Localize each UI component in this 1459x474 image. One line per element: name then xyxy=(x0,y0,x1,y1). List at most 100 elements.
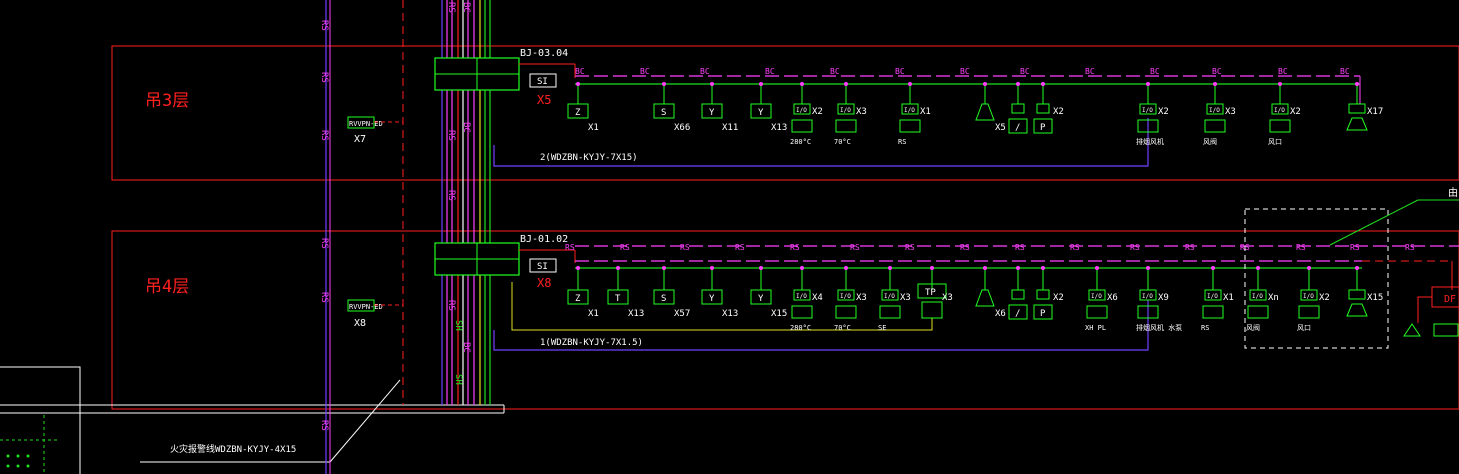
io-symbol-text: I/O xyxy=(1274,107,1285,114)
svg-text:RS: RS xyxy=(319,292,329,303)
device-sub-label: 风阀 xyxy=(1203,137,1217,146)
bus-tag-rs: RS xyxy=(680,243,690,252)
device-t: T X13 xyxy=(607,266,644,319)
device-label: Xn xyxy=(1268,293,1279,303)
right-df-box: DF xyxy=(1403,286,1459,337)
bus-tag-rs: RS xyxy=(1185,243,1195,252)
io-symbol-text: I/O xyxy=(1142,293,1153,300)
device-y: Y X13 xyxy=(701,266,738,319)
bus-tag-bc: BC xyxy=(1020,67,1030,76)
io-symbol-text: I/O xyxy=(840,293,851,300)
io-symbol-text: I/O xyxy=(796,107,807,114)
device-horn: X5 xyxy=(975,82,1006,133)
bus-tag-rs: RS xyxy=(1070,243,1080,252)
device-m0: X17 xyxy=(1346,82,1383,131)
bottom-cable-label: 火灾报警线WDZBN-KYJY-4X15 xyxy=(170,443,296,455)
floor3-cabinet-label: X7 xyxy=(354,134,366,145)
svg-text:BC: BC xyxy=(461,122,471,133)
io-symbol-text: I/O xyxy=(1142,107,1153,114)
device-i: P X2 xyxy=(1033,266,1064,320)
floor3-si: SI xyxy=(537,77,548,87)
svg-text:RS: RS xyxy=(319,420,329,431)
io-symbol-text: I/O xyxy=(796,293,807,300)
device-symbol-text: Z xyxy=(575,108,581,118)
io-symbol-text: I/O xyxy=(840,107,851,114)
device-label: X2 xyxy=(1158,107,1169,117)
floor3-cabinet-tag: RVVPN-ED xyxy=(349,120,383,128)
device-sub-label: XH PL xyxy=(1085,324,1106,332)
bus-tag-rs: RS xyxy=(790,243,800,252)
device-symbol-text: S xyxy=(661,108,666,118)
left-lines xyxy=(0,366,505,474)
bus-tag-bc: BC xyxy=(1278,67,1288,76)
device-sub-label: 排烟风机 xyxy=(1136,137,1164,146)
floor-frame-3 xyxy=(111,45,1459,181)
device-sub-label: 风阀 xyxy=(1246,323,1260,332)
bus-tag-bc: BC xyxy=(640,67,650,76)
floor4-dashed-zone: 由 xyxy=(1244,186,1459,349)
device-symbol-text: T xyxy=(615,294,621,304)
io-symbol-text: I/O xyxy=(1209,107,1220,114)
bus-tag-rs: RS xyxy=(850,243,860,252)
device-s: S X57 xyxy=(653,266,690,319)
device-label: X2 xyxy=(1053,293,1064,303)
device-label: X13 xyxy=(771,123,787,133)
bus-tag-rs: RS xyxy=(620,243,630,252)
device-y: Y X15 xyxy=(750,266,787,319)
device-label: X2 xyxy=(1053,107,1064,117)
cad-drawing: RS RS RS RS RS RS RS RS RS RS BC BC BC S… xyxy=(0,0,1459,474)
io-symbol-text: I/O xyxy=(904,107,915,114)
device-i: / xyxy=(1008,82,1028,134)
device-label: X17 xyxy=(1367,107,1383,117)
device-z: Z X1 xyxy=(567,266,599,319)
bus-tag-rs: RS xyxy=(565,243,575,252)
bus-tag-bc: BC xyxy=(1085,67,1095,76)
floor3-devices: Z X1 S X66 Y X11 Y X13 I/O 280°C X2 I/O 70°C X3 I/O RS X… xyxy=(567,67,1383,146)
device-io-module: I/O 280°C X4 xyxy=(790,266,823,332)
io-symbol-text: I/O xyxy=(1252,293,1263,300)
svg-text:RS: RS xyxy=(319,72,329,83)
floor3-cabinet: RVVPN-ED X7 xyxy=(347,116,403,145)
svg-text:RS: RS xyxy=(446,190,456,201)
floor4-cabinet-label: X8 xyxy=(354,318,366,329)
bottom-left-dots xyxy=(6,454,30,468)
device-tp: TP X3 xyxy=(917,266,953,319)
device-sub-label: 70°C xyxy=(834,138,851,146)
device-label: X15 xyxy=(1367,293,1383,303)
device-sub-label: RS xyxy=(898,138,906,146)
svg-text:BC: BC xyxy=(461,2,471,13)
si-box-floor3: SI X5 xyxy=(529,73,557,107)
right-label: 由 xyxy=(1448,186,1458,199)
device-symbol-text: Y xyxy=(709,294,715,304)
device-z: Z X1 xyxy=(567,82,599,133)
device-io-module: I/O RS X1 xyxy=(1201,266,1234,332)
floor4-devices: ZX1TX13SX57YX13YX15I/O280°CX4 I/O70°CX3 I/… xyxy=(565,243,1415,332)
bus-tag-rs: RS xyxy=(960,243,970,252)
io-symbol-text: I/O xyxy=(1091,293,1102,300)
device-m0: X15 xyxy=(1346,266,1383,317)
bus-tag-rs: RS xyxy=(1296,243,1306,252)
device-label: X57 xyxy=(674,309,690,319)
device-sub-label: 风口 xyxy=(1268,138,1282,146)
device-io-module: I/O 风口 X2 xyxy=(1297,266,1330,332)
floor4-panel-id: BJ-01.02 xyxy=(520,234,568,245)
device-sub-label: 280°C xyxy=(790,138,811,146)
bus-tag-rs: RS xyxy=(1130,243,1140,252)
device-io-module: I/O XH PL X6 xyxy=(1085,266,1118,332)
bus-tag-bc: BC xyxy=(830,67,840,76)
device-symbol-text: S xyxy=(661,294,666,304)
device-label: X13 xyxy=(628,309,644,319)
bus-tag-bc: BC xyxy=(700,67,710,76)
device-io-module: I/O 风口 X2 xyxy=(1268,82,1301,146)
device-label: X1 xyxy=(588,123,599,133)
device-label: X3 xyxy=(900,293,911,303)
svg-text:SH: SH xyxy=(453,374,463,385)
device-s: S X66 xyxy=(653,82,690,133)
bus-tag-bc: BC xyxy=(575,67,585,76)
device-symbol-text: Y xyxy=(758,294,764,304)
left-riser xyxy=(325,0,404,474)
device-io-module: I/O 70°C X3 xyxy=(834,82,867,146)
floor3-x-label: X5 xyxy=(537,93,551,107)
bus-tag-rs: RS xyxy=(735,243,745,252)
floor4-cabinet: RVVPN-ED X8 xyxy=(347,299,403,329)
